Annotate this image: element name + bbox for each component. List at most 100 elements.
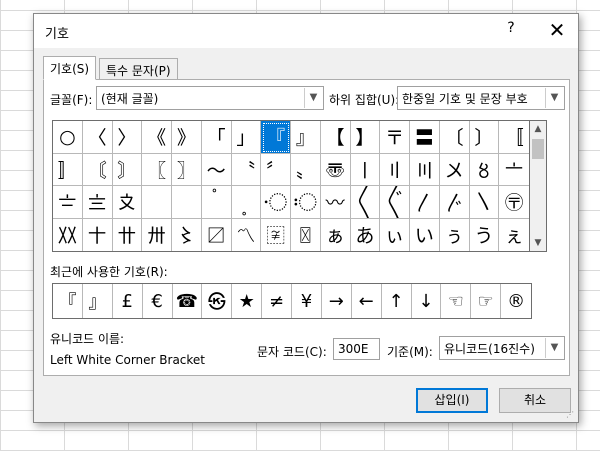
subset-label: 하위 집합(U): <box>329 93 400 107</box>
recent-symbol-cell[interactable]: ☎ <box>173 284 203 318</box>
symbol-cell[interactable]: 〗 <box>172 153 202 186</box>
symbol-cell[interactable]: 〉 <box>112 121 143 154</box>
symbol-cell[interactable]: 』 <box>291 121 321 154</box>
symbol-cell[interactable]: う <box>470 218 500 251</box>
symbol-cell[interactable]: 〦 <box>499 154 529 186</box>
recent-symbol-cell[interactable]: ¥ <box>292 284 322 318</box>
recent-symbol-cell[interactable]: ☞ <box>471 284 502 318</box>
help-button[interactable]: ? <box>502 20 520 40</box>
resize-grip-icon[interactable]: ⋰ <box>566 410 576 420</box>
recent-symbol-cell[interactable]: 『 <box>53 284 83 318</box>
symbol-cell[interactable]: 〯 <box>291 186 321 219</box>
symbol-cell[interactable]: 〶 <box>499 186 529 219</box>
symbol-cell[interactable]: ぁ <box>321 218 351 251</box>
recent-symbol-cell[interactable]: ↓ <box>412 284 442 318</box>
symbol-cell[interactable]: 」 <box>231 121 262 154</box>
symbol-cell[interactable]: 〹 <box>113 218 143 251</box>
symbol-cell[interactable]: 〈 <box>82 121 113 154</box>
recent-symbols[interactable]: 『』 £ € ☎ ㉿ ★ ≠ ¥ → ← ↑ ↓ ☜ ☞ ® <box>52 283 532 319</box>
recent-symbol-cell[interactable]: ← <box>352 284 382 318</box>
scrollbar-thumb[interactable] <box>532 139 544 159</box>
scroll-down-icon[interactable]: ▼ <box>530 235 546 251</box>
symbol-cell[interactable]: 〘 <box>82 153 113 186</box>
symbol-cell[interactable]: 〩 <box>112 186 143 219</box>
symbol-cell[interactable]: 〒 <box>380 121 410 154</box>
recent-symbol-cell[interactable]: → <box>322 284 352 318</box>
symbol-grid-scrollbar[interactable]: ▲ ▼ <box>530 120 547 252</box>
symbol-cell[interactable]: 〣 <box>410 153 440 186</box>
symbol-cell[interactable]: 〪 <box>142 186 172 219</box>
symbol-cell[interactable]: 〬 <box>201 186 232 219</box>
symbol-cell[interactable]: 〠 <box>320 153 351 186</box>
symbol-cell[interactable]: 〷 <box>53 218 83 251</box>
symbol-cell[interactable]: 〳 <box>410 186 440 219</box>
symbol-cell[interactable]: 〲 <box>380 186 410 219</box>
symbol-cell[interactable]: 〢 <box>380 153 410 186</box>
scroll-up-icon[interactable]: ▲ <box>530 121 546 137</box>
symbol-cell[interactable]: 〾 <box>261 218 291 251</box>
symbol-cell[interactable]: 〺 <box>142 218 172 251</box>
symbol-cell[interactable]: 〽 <box>232 218 262 251</box>
cancel-button[interactable]: 취소 <box>499 388 571 413</box>
symbol-cell[interactable]: ぅ <box>440 218 470 251</box>
symbol-cell[interactable]: 〓 <box>410 121 440 154</box>
symbol-cell[interactable]: 〿 <box>291 218 321 251</box>
symbol-cell[interactable]: あ <box>351 218 381 251</box>
symbol-cell[interactable]: 〫 <box>172 186 202 219</box>
recent-symbol-cell[interactable]: ® <box>501 284 531 318</box>
font-select[interactable]: (현재 글꼴) ▼ <box>96 86 324 110</box>
recent-symbol-cell[interactable]: ↑ <box>382 284 412 318</box>
symbol-cell[interactable]: 〱 <box>350 186 381 219</box>
symbol-cell[interactable]: 〰 <box>320 186 351 219</box>
symbol-cell[interactable]: 〚 <box>499 121 529 154</box>
unicode-name-value: Left White Corner Bracket <box>50 353 206 367</box>
symbol-cell[interactable]: 〻 <box>172 218 202 251</box>
symbol-cell[interactable]: 〟 <box>291 153 321 186</box>
symbol-cell[interactable]: 】 <box>350 121 381 154</box>
recent-symbol-cell[interactable]: ㉿ <box>202 284 233 318</box>
symbol-cell[interactable]: 〧 <box>53 186 83 219</box>
symbol-cell[interactable]: 》 <box>172 121 202 154</box>
base-select[interactable]: 유니코드(16진수) ▼ <box>439 336 565 360</box>
close-icon[interactable]: ✕ <box>542 17 572 43</box>
symbol-cell[interactable]: 〝 <box>231 153 262 186</box>
symbol-cell[interactable]: 《 <box>142 121 172 154</box>
symbol-cell[interactable]: 〙 <box>112 153 143 186</box>
recent-symbol-cell[interactable]: 』 <box>83 284 113 318</box>
symbol-cell[interactable]: 〔 <box>439 121 470 154</box>
subset-select[interactable]: 한중일 기호 및 문장 부호 ▼ <box>397 86 565 110</box>
symbol-cell[interactable]: 『 <box>261 121 291 154</box>
symbol-cell[interactable]: ○ <box>53 121 83 154</box>
symbol-cell[interactable]: 〥 <box>469 153 500 186</box>
symbol-cell[interactable]: 〤 <box>439 153 470 186</box>
symbol-cell[interactable]: 〨 <box>82 186 113 219</box>
recent-symbol-cell[interactable]: € <box>143 284 173 318</box>
symbol-grid[interactable]: ○〈〉《》「」『』【】〒〓〔〕〚〛〘〙〖〗〜〝〞〟〠〡〢〣〤〥〦〧〨〩〪〭〮〫〬… <box>52 120 530 252</box>
symbol-cell[interactable]: 〡 <box>350 153 381 186</box>
symbol-cell[interactable]: 〖 <box>142 153 172 186</box>
symbol-cell[interactable]: 〵 <box>469 186 500 219</box>
tab-special-characters[interactable]: 특수 문자(P) <box>99 58 178 80</box>
symbol-cell[interactable]: 〞 <box>261 153 291 186</box>
recent-symbol-cell[interactable]: £ <box>113 284 143 318</box>
tab-symbols[interactable]: 기호(S) <box>43 56 97 80</box>
symbol-cell[interactable]: ぃ <box>380 218 410 251</box>
symbol-cell[interactable]: 〴 <box>439 186 470 219</box>
symbol-cell[interactable]: 〜 <box>201 153 232 186</box>
symbol-cell[interactable]: 〼 <box>202 218 232 251</box>
symbol-cell[interactable]: 「 <box>201 121 232 154</box>
symbols-panel: 글꼴(F): (현재 글꼴) ▼ 하위 집합(U): 한중일 기호 및 문장 부… <box>43 79 570 376</box>
recent-symbol-cell[interactable]: ≠ <box>262 284 292 318</box>
char-code-input[interactable]: 300E <box>333 338 380 360</box>
symbol-cell[interactable]: ぇ <box>499 219 529 252</box>
recent-symbol-cell[interactable]: ★ <box>232 284 263 318</box>
symbol-cell[interactable]: 〕 <box>469 121 500 154</box>
symbol-cell[interactable]: い <box>410 218 440 251</box>
symbol-cell[interactable]: 〸 <box>83 218 113 251</box>
symbol-cell[interactable]: 〮 <box>261 186 291 219</box>
recent-symbol-cell[interactable]: ☜ <box>441 284 472 318</box>
insert-button[interactable]: 삽입(I) <box>416 388 488 413</box>
symbol-cell[interactable]: 【 <box>320 121 351 154</box>
symbol-cell[interactable]: 〭 <box>231 186 262 219</box>
symbol-cell[interactable]: 〛 <box>53 153 83 186</box>
